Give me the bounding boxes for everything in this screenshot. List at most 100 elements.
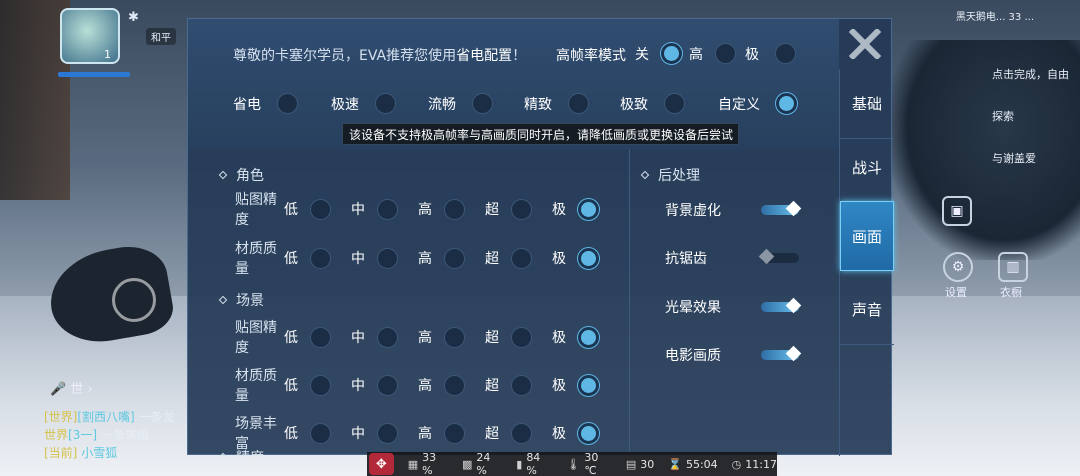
toggle-bloom[interactable]: 光晕效果 [665, 295, 815, 319]
device-status: 黑天鹅电... 33 ... [955, 12, 1034, 23]
quest-tracker[interactable]: 点击完成，自由探索 与谢盖爱 [992, 54, 1072, 180]
toggle-cinematic[interactable]: 电影画质 [665, 343, 815, 367]
chat-log[interactable]: [世界][割西八嘴] 一条龙 世界[3一] 一条求组 [当前] 小雪狐 ♡♡ [44, 408, 194, 462]
radio-icon[interactable] [377, 374, 398, 396]
wardrobe-button[interactable]: ▥ [998, 252, 1028, 282]
quality-choice[interactable]: 极 [548, 247, 599, 269]
radio-icon[interactable] [578, 326, 599, 348]
preset-smooth[interactable]: 流畅 [428, 93, 493, 114]
preset-fine[interactable]: 精致 [524, 93, 589, 114]
quality-choice[interactable]: 高 [414, 374, 465, 396]
quality-choice[interactable]: 高 [414, 198, 465, 220]
quality-choice[interactable]: 低 [280, 326, 331, 348]
move-handle[interactable]: ✥ [369, 453, 394, 475]
quality-choice[interactable]: 中 [347, 422, 398, 444]
radio-icon[interactable] [511, 247, 532, 269]
quality-choice[interactable]: 低 [280, 422, 331, 444]
preset-custom[interactable]: 自定义 [718, 93, 797, 114]
section-title-precision: 精度 [218, 447, 264, 456]
toggle-switch[interactable] [761, 297, 802, 314]
preset-fast[interactable]: 极速 [331, 93, 396, 114]
radio-icon[interactable] [377, 422, 398, 444]
radio-icon[interactable] [377, 247, 398, 269]
quality-choice[interactable]: 中 [347, 247, 398, 269]
quality-choice[interactable]: 极 [548, 198, 599, 220]
radio-icon[interactable] [444, 374, 465, 396]
radio-icon[interactable] [511, 198, 532, 220]
quality-choice[interactable]: 超 [481, 247, 532, 269]
quality-choice[interactable]: 中 [347, 374, 398, 396]
toggle-anti-aliasing[interactable]: 抗锯齿 [665, 246, 815, 270]
toggle-switch[interactable] [758, 248, 799, 265]
quality-choice[interactable]: 高 [414, 422, 465, 444]
tab-graphics[interactable]: 画面 [840, 201, 894, 271]
radio-icon[interactable] [310, 247, 331, 269]
radio-icon[interactable] [578, 198, 599, 220]
hfr-option-off[interactable]: 关 [635, 43, 682, 64]
radio-icon[interactable] [578, 374, 599, 396]
voice-channel-button[interactable]: 🎤 世 › [50, 378, 93, 397]
player-hp-bar [58, 72, 130, 77]
section-title-character: 角色 [218, 165, 264, 185]
player-avatar[interactable] [60, 8, 120, 64]
tab-sound[interactable]: 声音 [840, 275, 894, 345]
quality-choice[interactable]: 低 [280, 247, 331, 269]
radio-icon[interactable] [444, 247, 465, 269]
settings-button[interactable]: ⚙ [943, 252, 973, 282]
radio-icon[interactable] [775, 43, 796, 64]
quality-choice[interactable]: 极 [548, 326, 599, 348]
joystick[interactable] [112, 278, 156, 322]
quality-choice[interactable]: 超 [481, 422, 532, 444]
radio-icon[interactable] [578, 422, 599, 444]
radio-icon[interactable] [568, 93, 589, 114]
peace-badge[interactable]: 和平 [146, 28, 176, 45]
settings-label: 设置 [945, 286, 967, 299]
radio-icon[interactable] [444, 198, 465, 220]
quality-choice[interactable]: 高 [414, 326, 465, 348]
quality-choice[interactable]: 超 [481, 374, 532, 396]
radio-icon[interactable] [310, 374, 331, 396]
quality-choice[interactable]: 高 [414, 247, 465, 269]
quality-choice[interactable]: 低 [280, 374, 331, 396]
performance-overlay: ✥ ▦ 33 % ▩ 24 % ▮ 84 % 🌡 30 ℃ ▤ 30 ⌛ 55:04 ◷ 11… [367, 451, 777, 476]
quality-choice[interactable]: 极 [548, 374, 599, 396]
tab-basic[interactable]: 基础 [840, 69, 894, 139]
radio-icon[interactable] [578, 247, 599, 269]
quality-choice[interactable]: 中 [347, 326, 398, 348]
radio-icon[interactable] [776, 93, 797, 114]
radio-icon[interactable] [511, 326, 532, 348]
radio-icon[interactable] [310, 198, 331, 220]
radio-icon[interactable] [310, 422, 331, 444]
toggle-switch[interactable] [761, 200, 802, 217]
preset-ultimate[interactable]: 极致 [620, 93, 685, 114]
radio-icon[interactable] [715, 43, 736, 64]
toggle-background-blur[interactable]: 背景虚化 [665, 198, 815, 222]
radio-icon[interactable] [511, 374, 532, 396]
close-button[interactable] [846, 26, 884, 62]
quality-choice[interactable]: 中 [347, 198, 398, 220]
radio-icon[interactable] [511, 422, 532, 444]
backpack-button[interactable]: ▣ [942, 196, 972, 226]
hfr-option-extreme[interactable]: 极 [745, 43, 796, 64]
radio-icon[interactable] [661, 43, 682, 64]
quality-choice[interactable]: 超 [481, 326, 532, 348]
quality-choice[interactable]: 低 [280, 198, 331, 220]
hfr-option-high[interactable]: 高 [689, 43, 736, 64]
thermometer-icon: 🌡 [566, 457, 581, 471]
radio-icon[interactable] [444, 422, 465, 444]
radio-icon[interactable] [444, 326, 465, 348]
tab-combat[interactable]: 战斗 [840, 133, 894, 203]
quality-choice[interactable]: 超 [481, 198, 532, 220]
preset-power-saving[interactable]: 省电 [233, 93, 298, 114]
radio-icon[interactable] [310, 326, 331, 348]
diamond-icon [640, 170, 650, 180]
radio-icon[interactable] [664, 93, 685, 114]
quality-choice[interactable]: 极 [548, 422, 599, 444]
radio-icon[interactable] [375, 93, 396, 114]
radio-icon[interactable] [377, 326, 398, 348]
radio-icon[interactable] [377, 198, 398, 220]
gpu-usage: ▩ 24 % [461, 451, 491, 476]
radio-icon[interactable] [277, 93, 298, 114]
toggle-switch[interactable] [761, 345, 802, 362]
radio-icon[interactable] [472, 93, 493, 114]
